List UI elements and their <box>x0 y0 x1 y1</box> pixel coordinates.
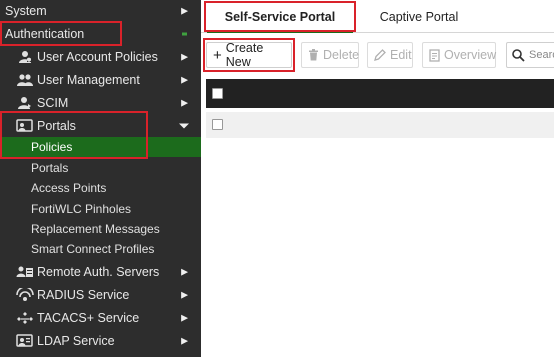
search-input[interactable]: Searc <box>506 42 554 68</box>
sidebar-item-label: System <box>5 4 47 18</box>
search-placeholder: Searc <box>529 49 554 61</box>
sidebar-subitem-label: Portals <box>31 161 69 175</box>
sidebar-item-tacacs-service[interactable]: TACACS+ Service ▶ <box>0 306 201 329</box>
sidebar-item-label: TACACS+ Service <box>37 310 140 325</box>
sidebar-subitem-access-points[interactable]: Access Points <box>0 178 201 198</box>
pencil-icon <box>374 49 386 61</box>
sidebar-nav: System ▶ Authentication User Account Pol… <box>0 0 201 357</box>
server-icon <box>15 264 35 280</box>
delete-button[interactable]: Delete <box>301 42 359 68</box>
sidebar-item-remote-auth-servers[interactable]: Remote Auth. Servers ▶ <box>0 260 201 283</box>
table-row[interactable] <box>206 112 554 138</box>
sidebar-subitem-label: Access Points <box>31 181 107 195</box>
sidebar-subitem-replacement-messages[interactable]: Replacement Messages <box>0 219 201 239</box>
tab-bar: Self-Service Portal Captive Portal <box>201 0 554 33</box>
chevron-right-icon: ▶ <box>181 335 188 345</box>
sidebar-item-label: RADIUS Service <box>37 287 130 302</box>
chevron-right-icon: ▶ <box>181 312 188 322</box>
tab-captive-portal[interactable]: Captive Portal <box>361 2 477 32</box>
sidebar-item-radius-service[interactable]: RADIUS Service ▶ <box>0 283 201 306</box>
trash-icon <box>308 49 319 61</box>
search-icon <box>512 48 525 62</box>
chevron-right-icon: ▶ <box>181 51 188 61</box>
radius-icon <box>15 287 35 303</box>
delete-label: Delete <box>323 48 360 62</box>
edit-button[interactable]: Edit <box>367 42 413 68</box>
sidebar-subitem-fortiwlc-pinholes[interactable]: FortiWLC Pinholes <box>0 199 201 219</box>
sidebar-item-label: Remote Auth. Servers <box>37 264 160 279</box>
chevron-right-icon: ▶ <box>181 5 188 16</box>
toolbar: + Create New Delete Edit Overview Sear <box>201 38 554 72</box>
user-icon <box>15 49 35 65</box>
sidebar-item-label: LDAP Service <box>37 333 115 348</box>
sidebar-item-label: User Management <box>37 72 140 87</box>
document-icon <box>429 48 440 62</box>
sidebar-subitem-label: Smart Connect Profiles <box>31 242 155 256</box>
user-icon <box>15 95 35 111</box>
chevron-right-icon: ▶ <box>181 74 188 84</box>
highlight-self-service-tab <box>204 1 356 32</box>
sidebar-subitem-smart-connect-profiles[interactable]: Smart Connect Profiles <box>0 239 201 259</box>
sidebar-item-user-management[interactable]: User Management ▶ <box>0 68 201 91</box>
sidebar-item-label: SCIM <box>37 95 69 110</box>
table-header <box>206 79 554 108</box>
select-all-checkbox[interactable] <box>212 88 223 99</box>
sidebar-subitem-label: Replacement Messages <box>31 222 160 236</box>
overview-button[interactable]: Overview <box>422 42 496 68</box>
sidebar-subitem-label: FortiWLC Pinholes <box>31 202 132 216</box>
highlight-authentication <box>0 21 122 46</box>
sidebar-item-label: User Account Policies <box>37 49 158 64</box>
highlight-portals-policies <box>0 111 148 159</box>
edit-label: Edit <box>390 48 412 62</box>
chevron-down-icon <box>179 123 189 128</box>
row-checkbox[interactable] <box>212 119 223 130</box>
chevron-right-icon: ▶ <box>181 289 188 299</box>
sidebar-item-system[interactable]: System ▶ <box>0 0 201 22</box>
users-icon <box>15 72 35 88</box>
chevron-right-icon: ▶ <box>181 97 188 107</box>
main-content: Self-Service Portal Captive Portal + Cre… <box>201 0 554 357</box>
sidebar-item-ldap-service[interactable]: LDAP Service ▶ <box>0 329 201 352</box>
tab-label: Captive Portal <box>379 10 459 24</box>
overview-label: Overview <box>444 48 497 62</box>
highlight-create-new <box>203 38 295 72</box>
ldap-icon <box>15 333 35 349</box>
expanded-indicator-icon <box>182 32 187 36</box>
tacacs-icon <box>15 310 35 326</box>
sidebar-subitem-portals[interactable]: Portals <box>0 158 201 178</box>
sidebar-item-user-account-policies[interactable]: User Account Policies ▶ <box>0 45 201 68</box>
chevron-right-icon: ▶ <box>181 266 188 276</box>
